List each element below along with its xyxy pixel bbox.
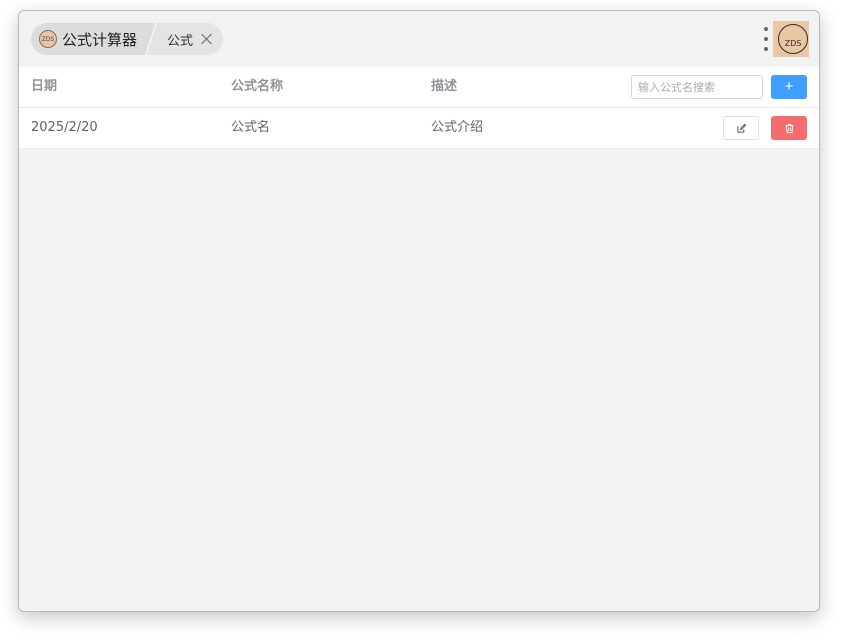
table-row[interactable]: 2025/2/20 公式名 公式介绍: [19, 108, 819, 149]
avatar[interactable]: ZDS: [773, 21, 809, 57]
avatar-text: ZDS: [784, 39, 802, 48]
trash-icon: [784, 123, 794, 133]
tab-formula-label: 公式: [167, 33, 194, 49]
table-header: 日期 公式名称 描述 +: [19, 67, 819, 108]
app-window: ZDS 公式计算器 公式 ZDS 日期 公式名称 描述 + 2025/2/2: [18, 10, 820, 612]
tab-formula[interactable]: 公式: [147, 23, 224, 55]
search-input[interactable]: [631, 75, 763, 99]
edit-button[interactable]: [723, 116, 759, 140]
column-header-date[interactable]: 日期: [31, 67, 57, 107]
column-header-name[interactable]: 公式名称: [231, 67, 283, 107]
app-title-crumb[interactable]: ZDS 公式计算器: [31, 23, 155, 55]
app-logo-icon: ZDS: [39, 30, 57, 48]
column-header-description[interactable]: 描述: [431, 67, 457, 107]
app-logo-text: ZDS: [41, 35, 55, 43]
more-vertical-icon[interactable]: [761, 27, 771, 51]
app-title: 公式计算器: [62, 30, 138, 49]
top-bar: ZDS 公式计算器 公式 ZDS: [19, 11, 819, 67]
delete-button[interactable]: [771, 116, 807, 140]
close-icon[interactable]: [201, 33, 213, 45]
breadcrumb: ZDS 公式计算器 公式: [31, 23, 224, 55]
avatar-logo: ZDS: [778, 24, 808, 54]
cell-name: 公式名: [231, 120, 271, 135]
cell-description: 公式介绍: [431, 120, 484, 135]
formula-table: 日期 公式名称 描述 + 2025/2/20 公式名 公式介绍: [19, 67, 819, 149]
cell-date: 2025/2/20: [31, 120, 98, 135]
edit-icon: [736, 123, 746, 133]
add-formula-button[interactable]: +: [771, 75, 807, 99]
